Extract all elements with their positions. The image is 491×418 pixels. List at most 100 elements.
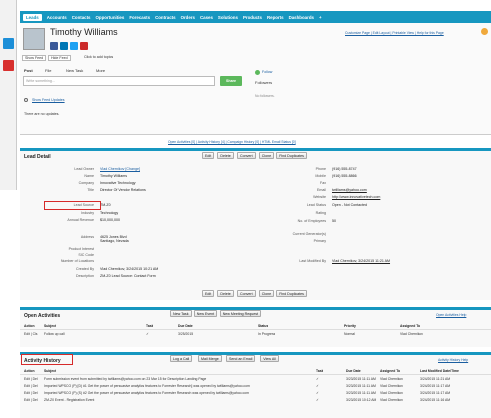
nav-tab-cases[interactable]: Cases xyxy=(200,15,213,20)
nav-tab-forecasts[interactable]: Forecasts xyxy=(129,15,150,20)
nav-tab-contacts[interactable]: Contacts xyxy=(72,15,91,20)
show-feed-updates[interactable]: Show Feed Updates xyxy=(32,98,65,102)
table-cell: Normal xyxy=(344,332,355,336)
detail-bottom-edit-button[interactable]: Edit xyxy=(202,290,215,297)
search-icon[interactable] xyxy=(24,98,28,102)
more-tab[interactable]: More xyxy=(96,68,105,73)
oa-new-event-button[interactable]: New Event xyxy=(193,310,218,317)
table-cell: ✓ xyxy=(316,377,319,381)
field-value-line: Technology xyxy=(100,211,119,215)
new-task-tab[interactable]: New Task xyxy=(66,68,83,73)
table-cell[interactable]: Form submission event from submitted by … xyxy=(44,377,312,381)
open-activities-help[interactable]: Open Activities Help xyxy=(436,313,466,317)
table-cell[interactable]: Edit | Cls xyxy=(24,332,38,336)
table-cell[interactable]: Vlad Chernikov xyxy=(400,332,423,336)
nav-tab-accounts[interactable]: Accounts xyxy=(47,15,67,20)
left-field-value: Innovative Technology xyxy=(100,181,136,185)
table-cell[interactable]: Vlad Chernikov xyxy=(380,384,403,388)
show-feed-chip[interactable]: Show Feed xyxy=(22,55,47,61)
table-header-cell: Due Date xyxy=(346,369,361,373)
ah-send-an-email-button[interactable]: Send an Email xyxy=(226,355,256,362)
lead-source-highlight xyxy=(44,201,101,210)
topics-link[interactable]: Click to add topics xyxy=(82,55,115,61)
top-links[interactable]: Customize Page | Edit Layout | Printable… xyxy=(345,31,444,35)
table-cell: 3/25/2015 xyxy=(178,332,194,336)
detail-top-convert-button[interactable]: Convert xyxy=(237,152,256,159)
blue-app-icon[interactable] xyxy=(3,38,14,49)
table-divider xyxy=(20,329,491,330)
post-tab[interactable]: Post xyxy=(24,68,33,73)
twitter-icon[interactable] xyxy=(70,42,78,50)
table-cell[interactable]: Follow up call xyxy=(44,332,142,336)
ah-mail-merge-button[interactable]: Mail Merge xyxy=(198,355,222,362)
table-header-cell: Priority xyxy=(344,324,356,328)
table-cell[interactable]: Vlad Chernikov xyxy=(380,398,403,402)
table-cell: 3/24/2015 11:17 AM xyxy=(420,384,451,388)
right-field-value[interactable]: twilliams@yahoo.com xyxy=(332,188,367,192)
nav-tab-opportunities[interactable]: Opportunities xyxy=(96,15,125,20)
table-cell[interactable]: Vlad Chernikov xyxy=(380,391,403,395)
related-list-links[interactable]: Open Activities [0] | Activity History [… xyxy=(168,140,296,144)
nav-tab-reports[interactable]: Reports xyxy=(267,15,284,20)
post-input[interactable]: Write something... xyxy=(23,76,215,86)
left-field-value: ZM-Z0 Lead Source: Contact Form xyxy=(100,274,156,278)
table-cell[interactable]: Imported WPSCO (P) [D) #1 Get the power … xyxy=(44,384,312,388)
right-field-value[interactable]: Vlad Chernikov, 3/24/2015 11:21 AM xyxy=(332,259,390,263)
lead-owner-link[interactable]: Vlad Chernikov [Change] xyxy=(100,167,140,171)
table-cell[interactable]: Edit | Del xyxy=(24,391,38,395)
linkedin-icon[interactable] xyxy=(60,42,68,50)
nav-tab-solutions[interactable]: Solutions xyxy=(218,15,238,20)
hide-feed-chip[interactable]: Hide Feed xyxy=(48,55,71,61)
table-cell[interactable]: ZM-Z0 Event - Registration Event xyxy=(44,398,312,402)
record-name: Timothy Williams xyxy=(50,27,118,37)
detail-top-find-duplicates-button[interactable]: Find Duplicates xyxy=(276,152,307,159)
table-header-cell: Due Date xyxy=(178,324,193,328)
detail-bottom-clone-button[interactable]: Clone xyxy=(258,290,275,297)
share-button[interactable]: Share xyxy=(220,76,242,86)
detail-top-clone-button[interactable]: Clone xyxy=(258,152,275,159)
table-cell[interactable]: Edit | Del xyxy=(24,398,38,402)
detail-top-delete-button[interactable]: Delete xyxy=(217,152,234,159)
follow-icon[interactable] xyxy=(255,70,260,75)
youtube-icon[interactable] xyxy=(80,42,88,50)
table-cell: 3/23/2015 10:12 AM xyxy=(346,398,377,402)
left-field-value: Technology xyxy=(100,211,118,215)
follow-link[interactable]: Follow xyxy=(262,70,272,74)
oa-new-meeting-request-button[interactable]: New Meeting Request xyxy=(219,310,262,317)
field-value-line: Santiago, Nevada xyxy=(100,239,129,243)
nav-tab-orders[interactable]: Orders xyxy=(181,15,195,20)
nav-tab-[interactable]: + xyxy=(319,15,322,20)
facebook-icon[interactable] xyxy=(50,42,58,50)
table-cell[interactable]: Imported WPSCO (P) (S) #2 Get the power … xyxy=(44,391,312,395)
help-icon[interactable] xyxy=(481,28,488,35)
ah-log-a-call-button[interactable]: Log a Call xyxy=(170,355,193,362)
detail-bottom-convert-button[interactable]: Convert xyxy=(237,290,256,297)
table-cell[interactable]: Vlad Chernikov xyxy=(380,377,403,381)
oa-new-task-button[interactable]: New Task xyxy=(170,310,192,317)
right-field-label: Rating xyxy=(315,211,326,215)
table-cell[interactable]: Edit | Del xyxy=(24,377,38,381)
red-app-icon[interactable] xyxy=(3,60,14,71)
activity-history-help[interactable]: Activity History Help xyxy=(438,358,468,362)
right-field-label: Last Modified By xyxy=(299,259,326,263)
table-divider xyxy=(20,374,491,375)
nav-tab-products[interactable]: Products xyxy=(243,15,262,20)
nav-tab-leads[interactable]: Leads xyxy=(23,13,42,21)
table-cell[interactable]: Edit | Del xyxy=(24,384,38,388)
detail-bottom-delete-button[interactable]: Delete xyxy=(217,290,234,297)
detail-bottom-find-duplicates-button[interactable]: Find Duplicates xyxy=(276,290,307,297)
right-field-value[interactable]: http://www.innovativetech.com xyxy=(332,195,380,199)
table-header-cell: Assigned To xyxy=(400,324,421,328)
right-field-label: Email xyxy=(317,188,326,192)
nav-tab-dashboards[interactable]: Dashboards xyxy=(289,15,314,20)
table-header-cell: Status xyxy=(258,324,269,328)
ah-view-all-button[interactable]: View All xyxy=(260,355,279,362)
nav-tab-contracts[interactable]: Contracts xyxy=(155,15,176,20)
table-header-cell: Action xyxy=(24,324,35,328)
table-cell: 3/23/2015 11:11 AM xyxy=(346,384,376,388)
right-field-label: Phone xyxy=(315,167,326,171)
left-field-label: Name xyxy=(84,174,94,178)
right-field-value: (916) 555-8866 xyxy=(332,174,357,178)
detail-top-edit-button[interactable]: Edit xyxy=(202,152,215,159)
file-tab[interactable]: File xyxy=(45,68,51,73)
